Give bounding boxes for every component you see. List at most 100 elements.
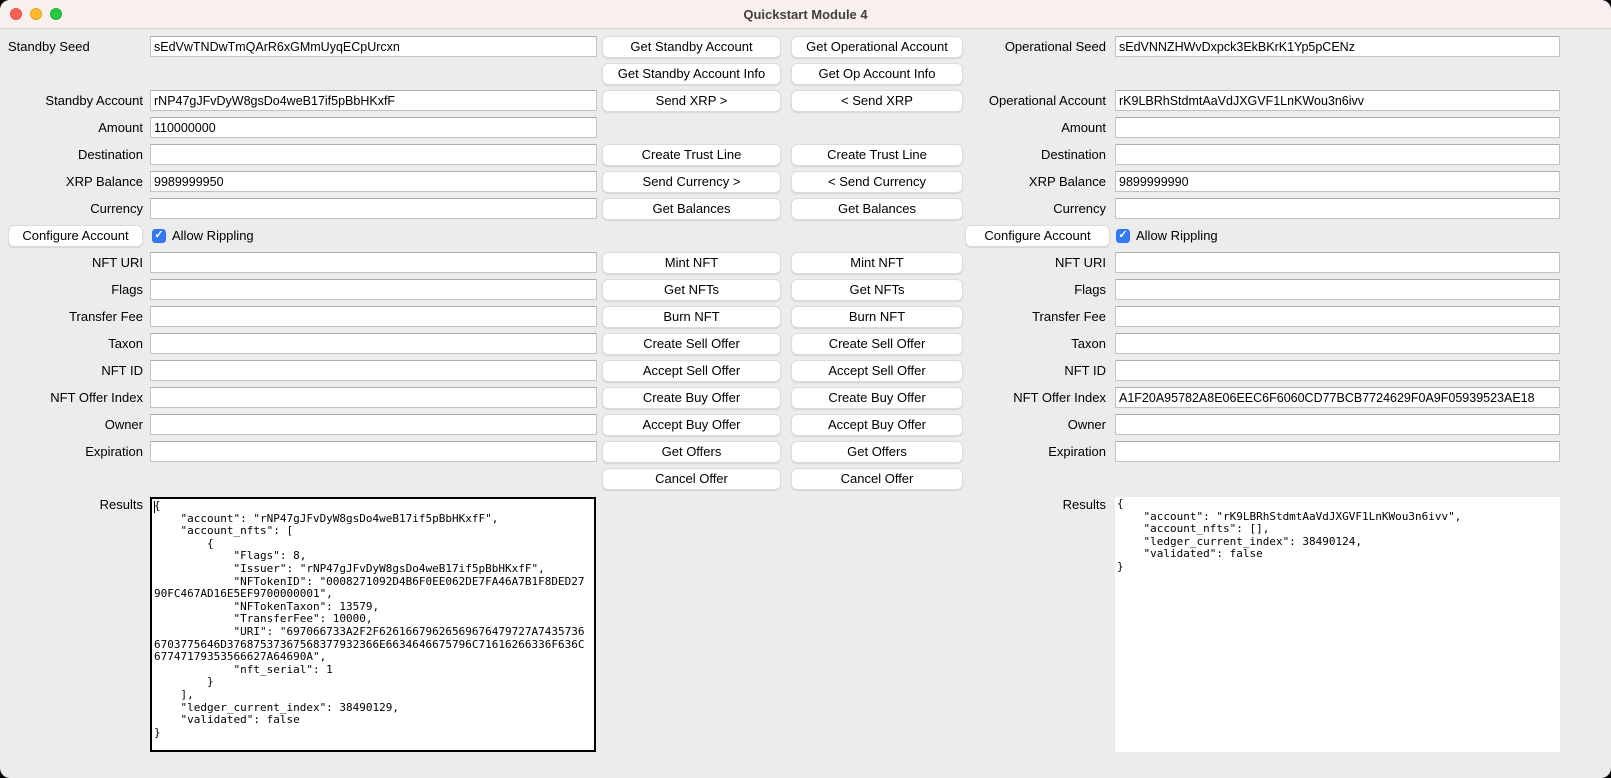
operational-flags-input[interactable]	[1115, 279, 1560, 300]
standby-amount-input[interactable]	[150, 117, 597, 138]
standby-allow-rippling-checkbox[interactable]: Allow Rippling	[152, 228, 254, 243]
standby-destination-label: Destination	[78, 147, 143, 162]
operational-allow-rippling-checkbox[interactable]: Allow Rippling	[1116, 228, 1218, 243]
standby-configure-account-button[interactable]: Configure Account	[8, 225, 143, 247]
operational-seed-input[interactable]	[1115, 36, 1560, 57]
operational-transfer-fee-input[interactable]	[1115, 306, 1560, 327]
operational-accept-buy-offer-button[interactable]: Accept Buy Offer	[791, 414, 963, 436]
standby-transfer-fee-input[interactable]	[150, 306, 597, 327]
form-row: Configure Account Allow Rippling Configu…	[0, 222, 1611, 249]
form-row: NFT URI Mint NFT Mint NFT NFT URI	[0, 249, 1611, 276]
operational-expiration-input[interactable]	[1115, 441, 1560, 462]
operational-amount-label: Amount	[1061, 120, 1106, 135]
operational-taxon-input[interactable]	[1115, 333, 1560, 354]
form-row: Currency Get Balances Get Balances Curre…	[0, 195, 1611, 222]
operational-currency-input[interactable]	[1115, 198, 1560, 219]
operational-get-balances-button[interactable]: Get Balances	[791, 198, 963, 220]
get-standby-account-button[interactable]: Get Standby Account	[602, 36, 781, 58]
operational-owner-input[interactable]	[1115, 414, 1560, 435]
operational-account-input[interactable]	[1115, 90, 1560, 111]
form-row: Amount Amount	[0, 114, 1611, 141]
standby-owner-label: Owner	[105, 417, 143, 432]
text-cursor	[154, 501, 155, 513]
get-standby-account-info-button[interactable]: Get Standby Account Info	[602, 63, 781, 85]
window-title: Quickstart Module 4	[743, 7, 867, 22]
operational-nft-id-label: NFT ID	[1064, 363, 1106, 378]
send-xrp-right-button[interactable]: Send XRP >	[602, 90, 781, 112]
standby-destination-input[interactable]	[150, 144, 597, 165]
operational-create-buy-offer-button[interactable]: Create Buy Offer	[791, 387, 963, 409]
standby-currency-label: Currency	[90, 201, 143, 216]
standby-nft-offer-index-label: NFT Offer Index	[50, 390, 143, 405]
form-row: Flags Get NFTs Get NFTs Flags	[0, 276, 1611, 303]
operational-nft-id-input[interactable]	[1115, 360, 1560, 381]
minimize-button-icon[interactable]	[30, 8, 42, 20]
operational-seed-label: Operational Seed	[1005, 39, 1106, 54]
operational-burn-nft-button[interactable]: Burn NFT	[791, 306, 963, 328]
standby-get-offers-button[interactable]: Get Offers	[602, 441, 781, 463]
send-currency-left-button[interactable]: < Send Currency	[791, 171, 963, 193]
standby-expiration-input[interactable]	[150, 441, 597, 462]
standby-currency-input[interactable]	[150, 198, 597, 219]
standby-nft-uri-input[interactable]	[150, 252, 597, 273]
close-button-icon[interactable]	[10, 8, 22, 20]
operational-configure-account-button[interactable]: Configure Account	[965, 225, 1110, 247]
standby-taxon-label: Taxon	[108, 336, 143, 351]
standby-mint-nft-button[interactable]: Mint NFT	[602, 252, 781, 274]
form-row: Standby Account Send XRP > < Send XRP Op…	[0, 87, 1611, 114]
operational-create-sell-offer-button[interactable]: Create Sell Offer	[791, 333, 963, 355]
operational-nft-offer-index-input[interactable]	[1115, 387, 1560, 408]
standby-flags-input[interactable]	[150, 279, 597, 300]
operational-create-trust-line-button[interactable]: Create Trust Line	[791, 144, 963, 166]
standby-taxon-input[interactable]	[150, 333, 597, 354]
operational-get-nfts-button[interactable]: Get NFTs	[791, 279, 963, 301]
standby-get-nfts-button[interactable]: Get NFTs	[602, 279, 781, 301]
operational-destination-input[interactable]	[1115, 144, 1560, 165]
operational-nft-offer-index-label: NFT Offer Index	[1013, 390, 1106, 405]
standby-create-trust-line-button[interactable]: Create Trust Line	[602, 144, 781, 166]
get-op-account-info-button[interactable]: Get Op Account Info	[791, 63, 963, 85]
operational-results-textarea[interactable]: { "account": "rK9LBRhStdmtAaVdJXGVF1LnKW…	[1115, 497, 1560, 752]
standby-seed-input[interactable]	[150, 36, 597, 57]
standby-burn-nft-button[interactable]: Burn NFT	[602, 306, 781, 328]
operational-nft-uri-input[interactable]	[1115, 252, 1560, 273]
standby-results-text: { "account": "rNP47gJFvDyW8gsDo4weB17if5…	[152, 499, 594, 739]
form-row: Owner Accept Buy Offer Accept Buy Offer …	[0, 411, 1611, 438]
operational-mint-nft-button[interactable]: Mint NFT	[791, 252, 963, 274]
operational-get-offers-button[interactable]: Get Offers	[791, 441, 963, 463]
standby-owner-input[interactable]	[150, 414, 597, 435]
standby-create-sell-offer-button[interactable]: Create Sell Offer	[602, 333, 781, 355]
send-currency-right-button[interactable]: Send Currency >	[602, 171, 781, 193]
standby-transfer-fee-label: Transfer Fee	[69, 309, 143, 324]
form-row: NFT Offer Index Create Buy Offer Create …	[0, 384, 1611, 411]
standby-results-textarea[interactable]: { "account": "rNP47gJFvDyW8gsDo4weB17if5…	[150, 497, 596, 752]
get-operational-account-button[interactable]: Get Operational Account	[791, 36, 963, 58]
standby-accept-buy-offer-button[interactable]: Accept Buy Offer	[602, 414, 781, 436]
standby-cancel-offer-button[interactable]: Cancel Offer	[602, 468, 781, 490]
send-xrp-left-button[interactable]: < Send XRP	[791, 90, 963, 112]
standby-nft-id-input[interactable]	[150, 360, 597, 381]
operational-cancel-offer-button[interactable]: Cancel Offer	[791, 468, 963, 490]
standby-xrp-balance-input[interactable]	[150, 171, 597, 192]
standby-create-buy-offer-button[interactable]: Create Buy Offer	[602, 387, 781, 409]
form-row: Get Standby Account Info Get Op Account …	[0, 60, 1611, 87]
operational-transfer-fee-label: Transfer Fee	[1032, 309, 1106, 324]
form-row: Cancel Offer Cancel Offer	[0, 465, 1611, 492]
standby-accept-sell-offer-button[interactable]: Accept Sell Offer	[602, 360, 781, 382]
standby-get-balances-button[interactable]: Get Balances	[602, 198, 781, 220]
operational-xrp-balance-input[interactable]	[1115, 171, 1560, 192]
operational-allow-rippling-label: Allow Rippling	[1136, 228, 1218, 243]
titlebar: Quickstart Module 4	[0, 0, 1611, 29]
standby-xrp-balance-label: XRP Balance	[66, 174, 143, 189]
checkbox-checked-icon	[1116, 229, 1130, 243]
standby-nft-offer-index-input[interactable]	[150, 387, 597, 408]
standby-account-input[interactable]	[150, 90, 597, 111]
operational-destination-label: Destination	[1041, 147, 1106, 162]
zoom-button-icon[interactable]	[50, 8, 62, 20]
operational-amount-input[interactable]	[1115, 117, 1560, 138]
form-row: Transfer Fee Burn NFT Burn NFT Transfer …	[0, 303, 1611, 330]
operational-owner-label: Owner	[1068, 417, 1106, 432]
operational-accept-sell-offer-button[interactable]: Accept Sell Offer	[791, 360, 963, 382]
operational-taxon-label: Taxon	[1071, 336, 1106, 351]
standby-expiration-label: Expiration	[85, 444, 143, 459]
